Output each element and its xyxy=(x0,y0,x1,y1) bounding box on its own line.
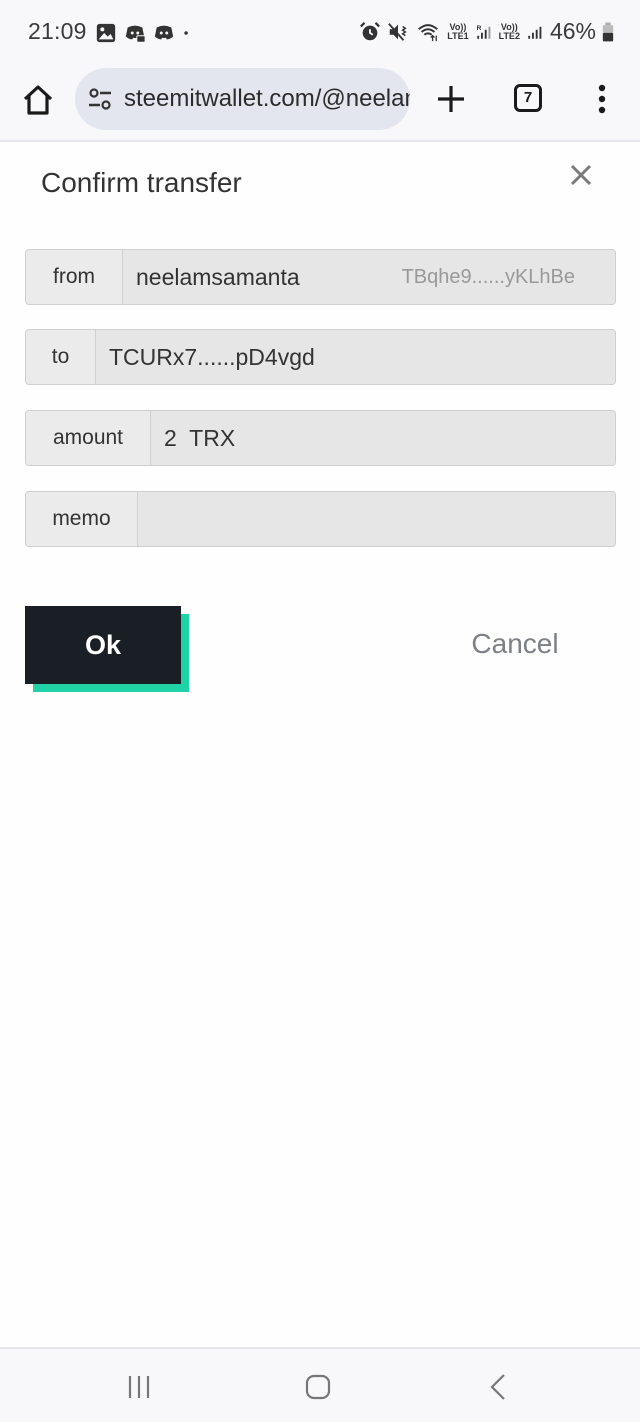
amount-value: 2 TRX xyxy=(151,411,615,465)
wifi-icon xyxy=(418,23,439,41)
cancel-button[interactable]: Cancel xyxy=(460,622,570,666)
battery-icon xyxy=(602,22,614,41)
volte-lte2-icon: Vo)) LTE2 xyxy=(498,21,520,41)
amount-label: amount xyxy=(26,411,151,465)
from-username: neelamsamanta xyxy=(136,263,300,290)
home-icon[interactable] xyxy=(20,82,56,118)
vibrate-mute-icon xyxy=(388,22,407,41)
signal-icon xyxy=(528,26,542,39)
discord-icon xyxy=(154,25,174,40)
url-text[interactable]: steemitwallet.com/@neelamsamanta xyxy=(124,85,410,113)
to-value: TCURx7......pD4vgd xyxy=(96,330,615,384)
android-nav-bar xyxy=(0,1347,640,1422)
amount-field: amount 2 TRX xyxy=(25,410,616,466)
home-nav-icon[interactable] xyxy=(300,1369,336,1405)
more-menu-icon[interactable] xyxy=(590,82,614,116)
ok-button-wrapper: Ok xyxy=(25,606,189,692)
to-field: to TCURx7......pD4vgd xyxy=(25,329,616,385)
memo-value xyxy=(138,492,615,546)
memo-field: memo xyxy=(25,491,616,547)
alarm-icon xyxy=(360,21,381,40)
site-settings-icon[interactable] xyxy=(87,86,113,112)
dot-icon xyxy=(184,31,188,35)
status-time: 21:09 xyxy=(28,18,87,44)
from-value: neelamsamanta TBqhe9......yKLhBe xyxy=(123,250,615,304)
from-label: from xyxy=(26,250,123,304)
recent-apps-icon[interactable] xyxy=(121,1369,157,1405)
dialog-title: Confirm transfer xyxy=(41,167,242,198)
memo-label: memo xyxy=(26,492,138,546)
address-bar[interactable]: steemitwallet.com/@neelamsamanta xyxy=(75,68,410,130)
from-address-hint: TBqhe9......yKLhBe xyxy=(401,265,575,288)
signal-roaming-icon: R xyxy=(476,24,490,39)
new-tab-icon[interactable] xyxy=(434,82,468,116)
status-bar: 21:09 Vo)) LTE1 R Vo)) LTE2 46% xyxy=(0,0,640,66)
back-icon[interactable] xyxy=(480,1369,516,1405)
battery-percent: 46% xyxy=(549,18,596,44)
from-field: from neelamsamanta TBqhe9......yKLhBe xyxy=(25,249,616,305)
discord-notification-icon xyxy=(125,25,146,43)
to-label: to xyxy=(26,330,96,384)
ok-button[interactable]: Ok xyxy=(25,606,181,684)
gallery-icon xyxy=(96,23,116,43)
browser-toolbar: steemitwallet.com/@neelamsamanta 7 xyxy=(0,66,640,142)
close-icon[interactable] xyxy=(566,160,596,190)
tab-switcher-button[interactable]: 7 xyxy=(514,84,542,112)
volte-lte1-icon: Vo)) LTE1 xyxy=(447,21,469,41)
notification-icons xyxy=(95,22,196,44)
svg-text:R: R xyxy=(476,24,481,31)
system-status-icons: Vo)) LTE1 R Vo)) LTE2 46% xyxy=(359,18,614,45)
